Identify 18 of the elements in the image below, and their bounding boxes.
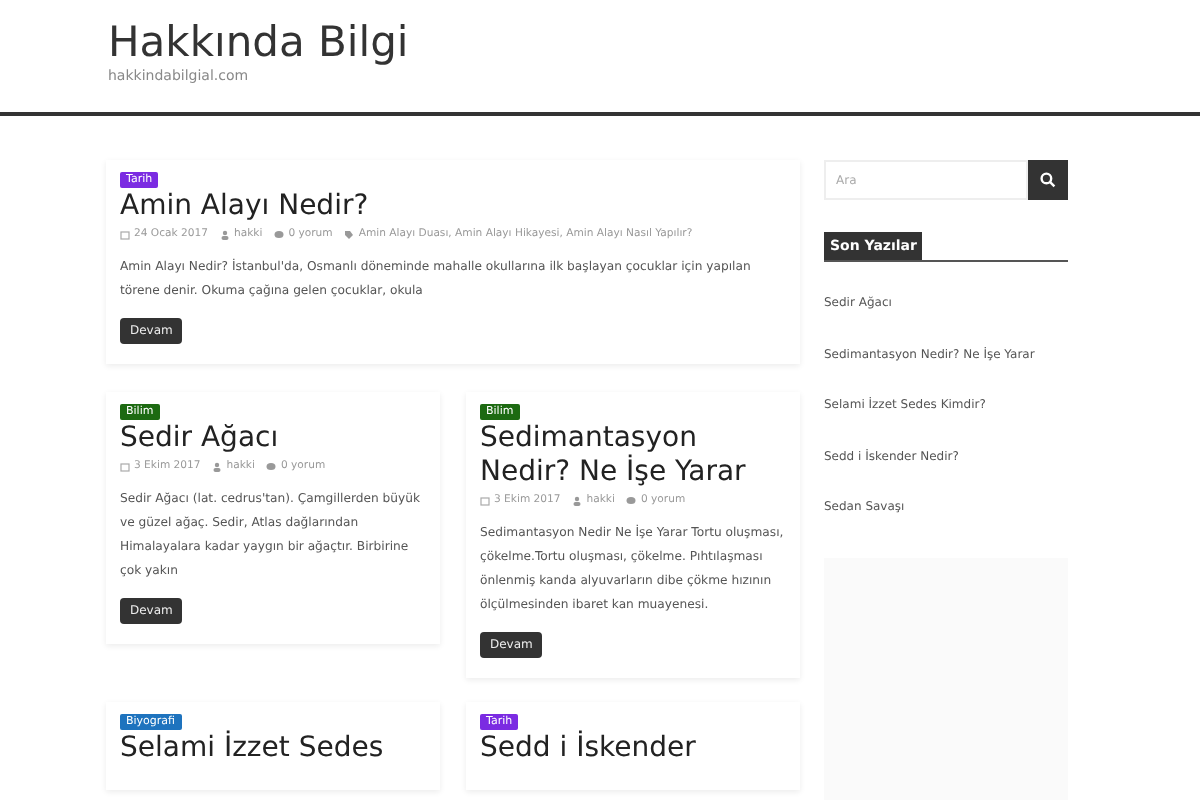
post-title[interactable]: Sedd i İskender (480, 732, 696, 766)
calendar-icon (120, 461, 130, 471)
tag-icon (344, 229, 355, 239)
user-icon (212, 461, 223, 471)
search-icon (1040, 172, 1056, 188)
post-title[interactable]: Selami İzzet Sedes (120, 732, 384, 766)
site-title[interactable]: Hakkında Bilgi (108, 16, 1200, 68)
calendar-icon (120, 229, 130, 239)
comment-icon (274, 229, 285, 239)
user-icon (572, 495, 583, 505)
comment-icon (626, 495, 637, 505)
search-button[interactable] (1028, 160, 1068, 200)
post-title[interactable]: Sedimantasyon Nedir? Ne İşe Yarar (480, 422, 786, 490)
user-icon (219, 229, 230, 239)
post-title[interactable]: Sedir Ağacı (120, 422, 279, 456)
post-title[interactable]: Amin Alayı Nedir? (120, 190, 369, 224)
calendar-icon (480, 495, 490, 505)
comment-icon (266, 461, 277, 471)
